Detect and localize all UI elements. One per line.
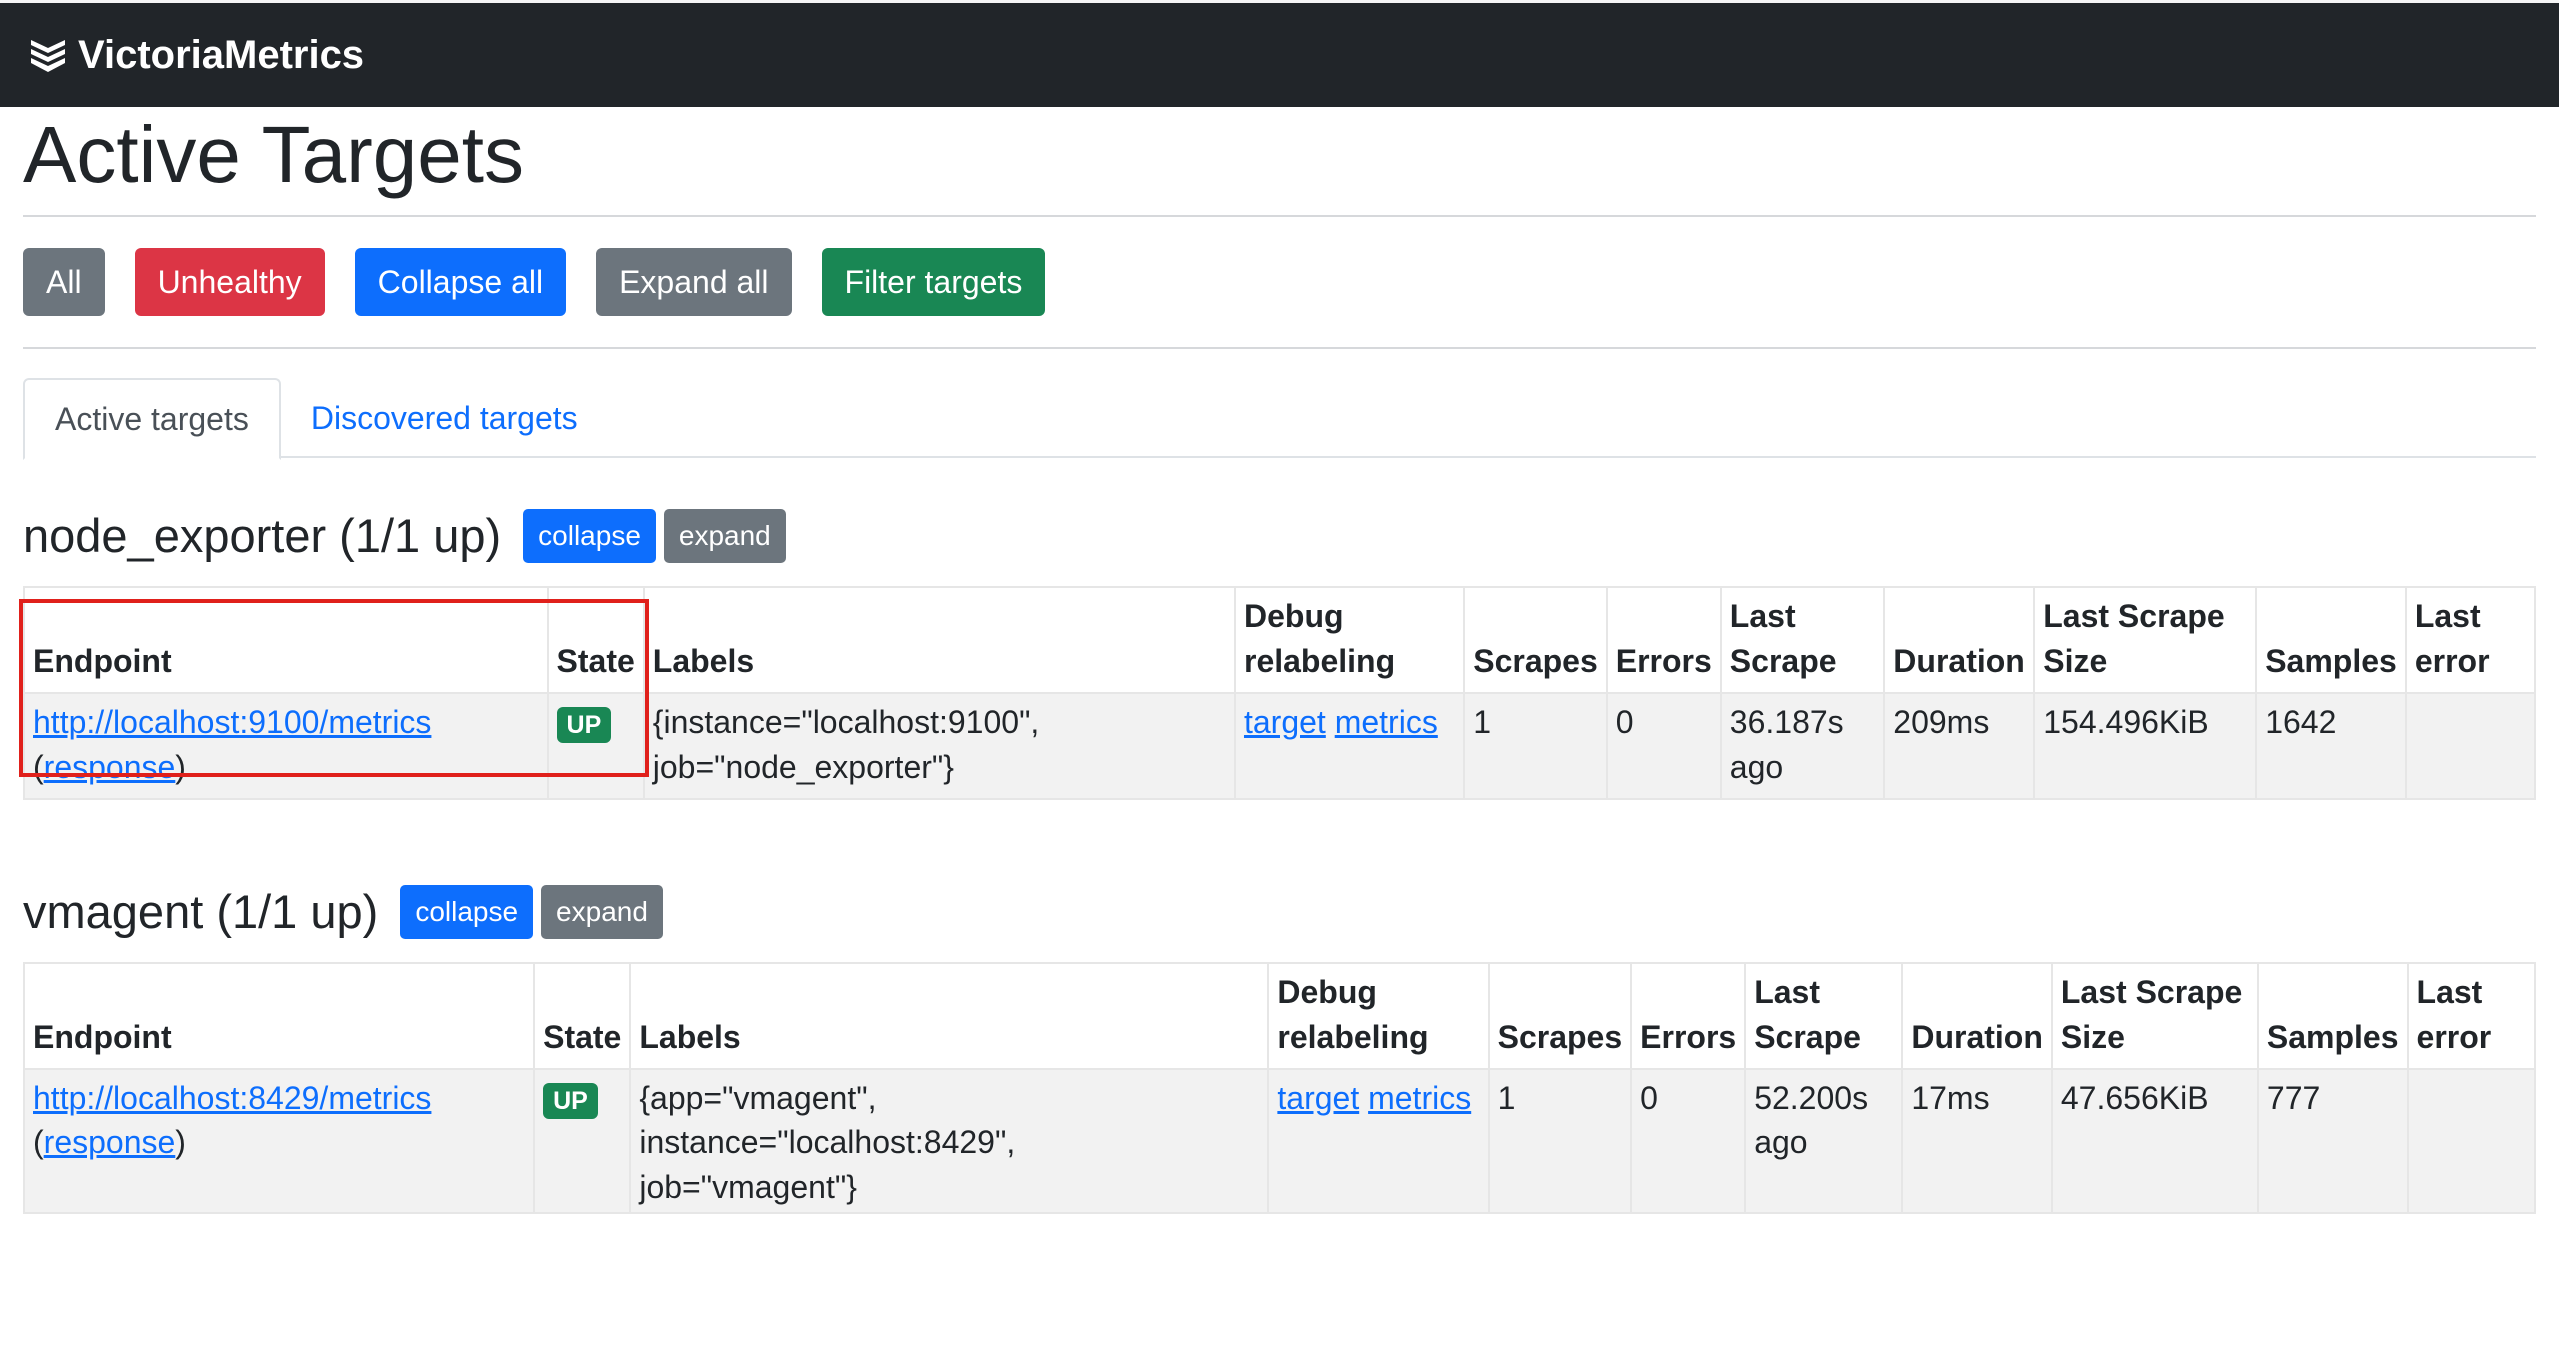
main-content: Active Targets All Unhealthy Collapse al… xyxy=(0,107,2559,1214)
tab-discovered-targets[interactable]: Discovered targets xyxy=(281,378,608,458)
targets-table: Endpoint State Labels Debug relabeling Sc… xyxy=(23,585,2537,800)
last-scrape-cell: 36.187s ago xyxy=(1719,691,1886,800)
expand-all-button[interactable]: Expand all xyxy=(596,248,792,316)
debug-target-link[interactable]: target xyxy=(1277,1080,1359,1116)
table-header-row: Endpoint State Labels Debug relabeling Sc… xyxy=(22,961,2537,1070)
col-labels: Labels xyxy=(629,961,1270,1070)
debug-cell: target metrics xyxy=(1233,691,1466,800)
labels-cell: {instance="localhost:9100", job="node_exp… xyxy=(642,691,1236,800)
errors-cell: 0 xyxy=(1605,691,1722,800)
filter-targets-button[interactable]: Filter targets xyxy=(821,248,1046,316)
expand-button[interactable]: expand xyxy=(541,884,663,939)
col-last-scrape-size: Last Scrape Size xyxy=(2050,961,2259,1070)
targets-table: Endpoint State Labels Debug relabeling Sc… xyxy=(22,961,2537,1214)
target-group-vmagent: vmagent (1/1 up) collapse expand Endpoin… xyxy=(22,879,2537,1214)
samples-cell: 1642 xyxy=(2255,691,2407,800)
col-samples: Samples xyxy=(2255,585,2407,694)
brand[interactable]: VictoriaMetrics xyxy=(28,27,364,83)
endpoint-link[interactable]: http://localhost:8429/metrics xyxy=(33,1080,431,1116)
state-cell: UP xyxy=(546,691,645,800)
duration-cell: 17ms xyxy=(1901,1067,2053,1214)
col-last-error: Last error xyxy=(2404,585,2537,694)
unhealthy-button[interactable]: Unhealthy xyxy=(134,248,325,316)
debug-target-link[interactable]: target xyxy=(1244,704,1326,740)
tab-active-targets[interactable]: Active targets xyxy=(23,378,281,460)
top-navbar: VictoriaMetrics xyxy=(0,0,2559,107)
expand-button[interactable]: expand xyxy=(663,508,786,563)
table-header-row: Endpoint State Labels Debug relabeling Sc… xyxy=(23,585,2537,694)
brand-name: VictoriaMetrics xyxy=(78,33,365,77)
collapse-button[interactable]: collapse xyxy=(523,508,656,563)
divider xyxy=(23,347,2536,349)
group-header: node_exporter (1/1 up) collapse expand xyxy=(23,503,2536,569)
size-cell: 154.496KiB xyxy=(2033,691,2258,800)
response-link[interactable]: response xyxy=(44,749,176,785)
collapse-button[interactable]: collapse xyxy=(400,884,534,939)
col-last-error: Last error xyxy=(2406,961,2537,1070)
filter-buttons: All Unhealthy Collapse all Expand all Fi… xyxy=(23,217,2536,347)
last-error-cell xyxy=(2406,1067,2537,1214)
scrapes-cell: 1 xyxy=(1463,691,1608,800)
errors-cell: 0 xyxy=(1630,1067,1747,1214)
last-scrape-cell: 52.200s ago xyxy=(1744,1067,1904,1214)
col-labels: Labels xyxy=(642,585,1236,694)
col-endpoint: Endpoint xyxy=(23,585,549,694)
samples-cell: 777 xyxy=(2256,1067,2409,1214)
endpoint-cell: http://localhost:8429/metrics (response) xyxy=(22,1067,536,1214)
endpoint-cell: http://localhost:9100/metrics (response) xyxy=(23,691,549,800)
col-scrapes: Scrapes xyxy=(1463,585,1608,694)
col-errors: Errors xyxy=(1605,585,1722,694)
col-last-scrape: Last Scrape xyxy=(1744,961,1904,1070)
group-title: vmagent (1/1 up) xyxy=(23,884,379,938)
victoriametrics-logo-icon xyxy=(31,40,65,72)
duration-cell: 209ms xyxy=(1883,691,2036,800)
size-cell: 47.656KiB xyxy=(2050,1067,2259,1214)
col-endpoint: Endpoint xyxy=(22,961,536,1070)
target-group-node-exporter: node_exporter (1/1 up) collapse expand E… xyxy=(19,503,2537,800)
col-scrapes: Scrapes xyxy=(1487,961,1633,1070)
debug-metrics-link[interactable]: metrics xyxy=(1368,1080,1471,1116)
page-title: Active Targets xyxy=(23,110,524,199)
col-debug-relabeling: Debug relabeling xyxy=(1233,585,1466,694)
col-duration: Duration xyxy=(1883,585,2036,694)
collapse-all-button[interactable]: Collapse all xyxy=(354,248,567,316)
col-state: State xyxy=(546,585,645,694)
response-link[interactable]: response xyxy=(44,1124,176,1160)
col-state: State xyxy=(533,961,632,1070)
col-duration: Duration xyxy=(1901,961,2053,1070)
table-row: http://localhost:9100/metrics (response)… xyxy=(23,691,2537,800)
col-last-scrape: Last Scrape xyxy=(1719,585,1886,694)
state-badge: UP xyxy=(543,1082,598,1120)
scrapes-cell: 1 xyxy=(1487,1067,1633,1214)
col-samples: Samples xyxy=(2256,961,2409,1070)
endpoint-link[interactable]: http://localhost:9100/metrics xyxy=(33,704,431,740)
state-badge: UP xyxy=(556,706,612,744)
all-button[interactable]: All xyxy=(23,248,105,316)
labels-cell: {app="vmagent", instance="localhost:8429… xyxy=(629,1067,1270,1214)
debug-metrics-link[interactable]: metrics xyxy=(1335,704,1438,740)
col-debug-relabeling: Debug relabeling xyxy=(1267,961,1490,1070)
table-row: http://localhost:8429/metrics (response)… xyxy=(22,1067,2537,1214)
group-title: node_exporter (1/1 up) xyxy=(23,509,502,562)
targets-tabs: Active targets Discovered targets xyxy=(23,378,2536,460)
group-header: vmagent (1/1 up) collapse expand xyxy=(23,879,2536,945)
col-last-scrape-size: Last Scrape Size xyxy=(2033,585,2258,694)
col-errors: Errors xyxy=(1630,961,1747,1070)
last-error-cell xyxy=(2404,691,2537,800)
state-cell: UP xyxy=(533,1067,632,1214)
debug-cell: target metrics xyxy=(1267,1067,1490,1214)
